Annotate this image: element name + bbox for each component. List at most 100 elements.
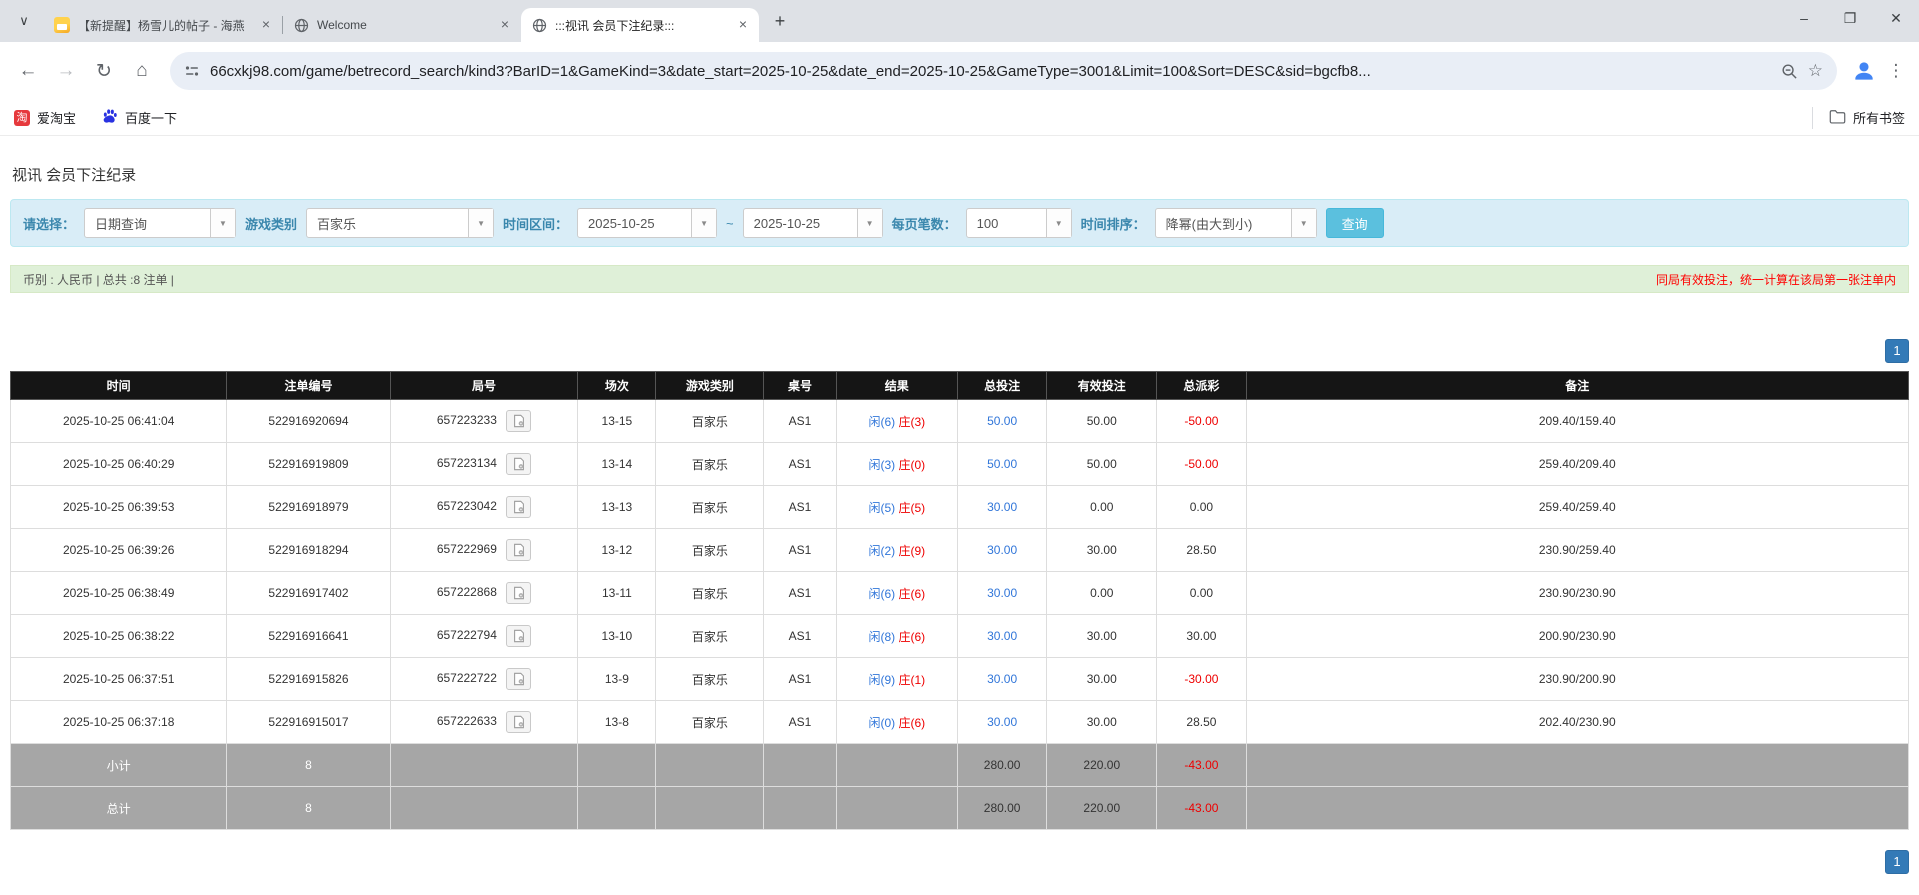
- cell-total-bet[interactable]: 30.00: [958, 486, 1047, 529]
- profile-avatar-icon[interactable]: [1849, 56, 1879, 86]
- cell-remark: 259.40/259.40: [1246, 486, 1908, 529]
- game-category-label: 游戏类别: [245, 214, 297, 233]
- cell-valid-bet: 30.00: [1047, 529, 1157, 572]
- page-number-button[interactable]: 1: [1885, 339, 1909, 363]
- cell-valid-bet: 0.00: [1047, 572, 1157, 615]
- total-payout: -43.00: [1157, 787, 1246, 830]
- zoom-out-icon[interactable]: [1781, 63, 1798, 80]
- cell-time: 2025-10-25 06:37:51: [11, 658, 227, 701]
- cell-result: 闲(2) 庄(9): [836, 529, 957, 572]
- bookmark-label: 百度一下: [125, 108, 177, 127]
- result-banker: 庄(0): [898, 458, 925, 472]
- round-video-button[interactable]: [506, 539, 531, 561]
- header-time: 时间: [11, 372, 227, 400]
- globe-icon: [531, 17, 547, 33]
- round-id-text: 657223042: [437, 499, 497, 513]
- cell-total-bet[interactable]: 30.00: [958, 615, 1047, 658]
- baidu-paw-icon: [102, 108, 118, 127]
- result-banker: 庄(5): [898, 501, 925, 515]
- cell-time: 2025-10-25 06:41:04: [11, 400, 227, 443]
- round-video-button[interactable]: [506, 625, 531, 647]
- query-type-select[interactable]: 日期查询 ▼: [84, 208, 236, 238]
- result-player: 闲(6): [868, 415, 895, 429]
- cell-bet-id: 522916919809: [227, 443, 390, 486]
- date-start-select[interactable]: 2025-10-25 ▼: [577, 208, 717, 238]
- date-start-value: 2025-10-25: [578, 209, 691, 237]
- tab-forum[interactable]: 【新提醒】杨雪儿的帖子 - 海燕 ×: [44, 8, 282, 42]
- cell-remark: 259.40/209.40: [1246, 443, 1908, 486]
- cell-total-bet[interactable]: 30.00: [958, 572, 1047, 615]
- cell-total-bet[interactable]: 50.00: [958, 443, 1047, 486]
- header-bet-id: 注单编号: [227, 372, 390, 400]
- tab-bet-records[interactable]: :::视讯 会员下注纪录::: ×: [521, 8, 759, 42]
- cell-table-no: AS1: [764, 443, 836, 486]
- subtotal-count: 8: [227, 744, 390, 787]
- round-video-button[interactable]: [506, 711, 531, 733]
- round-video-button[interactable]: [506, 582, 531, 604]
- result-player: 闲(8): [868, 630, 895, 644]
- cell-payout: -30.00: [1157, 658, 1246, 701]
- cell-round-id: 657222794: [390, 615, 578, 658]
- result-banker: 庄(6): [898, 587, 925, 601]
- cell-remark: 209.40/159.40: [1246, 400, 1908, 443]
- chevron-down-icon: ▼: [1046, 209, 1071, 237]
- cell-total-bet[interactable]: 50.00: [958, 400, 1047, 443]
- back-icon[interactable]: ←: [10, 53, 46, 89]
- game-category-select[interactable]: 百家乐 ▼: [306, 208, 494, 238]
- cell-valid-bet: 30.00: [1047, 701, 1157, 744]
- round-video-button[interactable]: [506, 668, 531, 690]
- all-bookmarks[interactable]: 所有书签: [1812, 107, 1905, 129]
- filter-bar: 请选择： 日期查询 ▼ 游戏类别 百家乐 ▼ 时间区间： 2025-10-25 …: [10, 199, 1909, 247]
- cell-time: 2025-10-25 06:38:22: [11, 615, 227, 658]
- tab-close-icon[interactable]: ×: [497, 17, 513, 33]
- home-icon[interactable]: ⌂: [124, 53, 160, 89]
- cell-round-id: 657222969: [390, 529, 578, 572]
- bookmark-baidu[interactable]: 百度一下: [102, 108, 177, 127]
- new-tab-button[interactable]: +: [767, 8, 793, 34]
- site-info-icon[interactable]: [184, 63, 200, 79]
- cell-total-bet[interactable]: 30.00: [958, 701, 1047, 744]
- currency-total-text: 币别 : 人民币 | 总共 :8 注单 |: [23, 271, 174, 288]
- cell-total-bet[interactable]: 30.00: [958, 529, 1047, 572]
- tab-search-chevron-icon[interactable]: ∨: [10, 7, 38, 35]
- cell-valid-bet: 30.00: [1047, 658, 1157, 701]
- close-button[interactable]: ✕: [1873, 0, 1919, 36]
- round-id-text: 657222868: [437, 585, 497, 599]
- page-size-label: 每页笔数：: [892, 214, 957, 233]
- tab-close-icon[interactable]: ×: [735, 17, 751, 33]
- url-text[interactable]: 66cxkj98.com/game/betrecord_search/kind3…: [210, 63, 1771, 80]
- tab-welcome[interactable]: Welcome ×: [283, 8, 521, 42]
- header-valid-bet: 有效投注: [1047, 372, 1157, 400]
- reload-icon[interactable]: ↻: [86, 53, 122, 89]
- cell-total-bet[interactable]: 30.00: [958, 658, 1047, 701]
- page-size-select[interactable]: 100 ▼: [966, 208, 1072, 238]
- cell-valid-bet: 50.00: [1047, 400, 1157, 443]
- game-category-value: 百家乐: [307, 209, 468, 237]
- bookmark-aitaobao[interactable]: 淘 爱淘宝: [14, 108, 76, 127]
- tab-close-icon[interactable]: ×: [258, 17, 274, 33]
- bookmark-star-icon[interactable]: ☆: [1808, 61, 1823, 81]
- page-content: 视讯 会员下注纪录 请选择： 日期查询 ▼ 游戏类别 百家乐 ▼ 时间区间： 2…: [0, 164, 1919, 874]
- date-end-select[interactable]: 2025-10-25 ▼: [743, 208, 883, 238]
- summary-bar: 币别 : 人民币 | 总共 :8 注单 | 同局有效投注，统一计算在该局第一张注…: [10, 265, 1909, 293]
- browser-menu-icon[interactable]: ⋮: [1883, 56, 1909, 86]
- search-button[interactable]: 查询: [1326, 208, 1384, 238]
- address-bar[interactable]: 66cxkj98.com/game/betrecord_search/kind3…: [170, 52, 1837, 90]
- cell-table-no: AS1: [764, 658, 836, 701]
- round-video-button[interactable]: [506, 410, 531, 432]
- date-range-tilde: ~: [726, 216, 734, 231]
- header-round-id: 局号: [390, 372, 578, 400]
- cell-result: 闲(3) 庄(0): [836, 443, 957, 486]
- cell-table-no: AS1: [764, 615, 836, 658]
- minimize-button[interactable]: –: [1781, 0, 1827, 36]
- round-video-button[interactable]: [506, 496, 531, 518]
- page-number-button[interactable]: 1: [1885, 850, 1909, 874]
- round-video-button[interactable]: [506, 453, 531, 475]
- table-row: 2025-10-25 06:39:53 522916918979 6572230…: [11, 486, 1909, 529]
- cell-game: 百家乐: [656, 529, 764, 572]
- note-text: 同局有效投注，统一计算在该局第一张注单内: [1656, 271, 1896, 288]
- forward-icon[interactable]: →: [48, 53, 84, 89]
- sort-select[interactable]: 降幂(由大到小) ▼: [1155, 208, 1317, 238]
- cell-payout: -50.00: [1157, 443, 1246, 486]
- maximize-button[interactable]: ❐: [1827, 0, 1873, 36]
